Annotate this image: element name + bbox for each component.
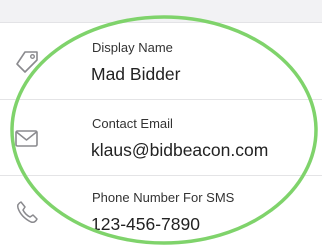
contact-email-value[interactable]: klaus@bidbeacon.com [91,140,268,161]
display-name-label: Display Name [92,40,173,55]
display-name-value[interactable]: Mad Bidder [91,64,181,85]
envelope-icon [12,124,42,154]
phone-sms-label: Phone Number For SMS [92,190,235,205]
phone-sms-value[interactable]: 123-456-7890 [91,214,200,235]
contact-email-row[interactable]: Contact Email klaus@bidbeacon.com [0,100,322,176]
contact-email-label: Contact Email [92,116,173,131]
tag-icon [12,47,42,77]
phone-icon [12,198,42,228]
top-band [0,0,322,23]
phone-sms-row[interactable]: Phone Number For SMS 123-456-7890 [0,176,322,249]
display-name-row[interactable]: Display Name Mad Bidder [0,23,322,100]
